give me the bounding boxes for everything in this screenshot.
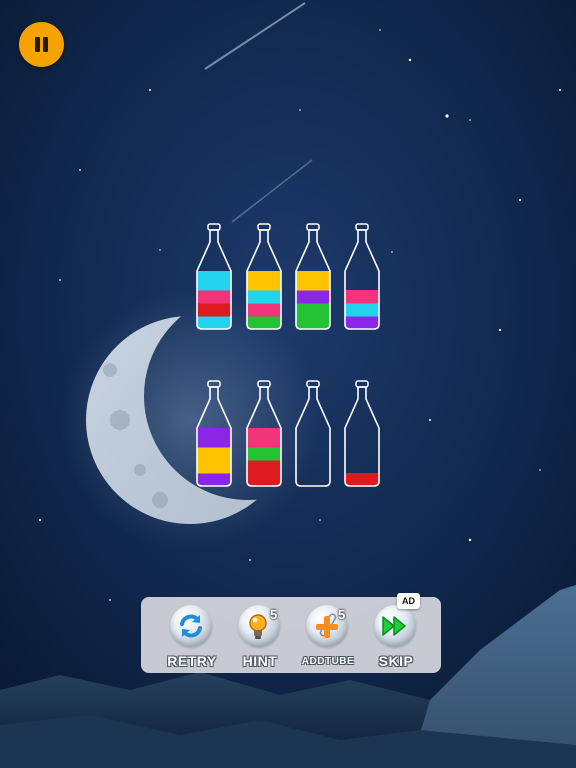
liquid-layer-purple [197, 428, 231, 448]
bottle[interactable] [245, 223, 283, 330]
liquid-layer-pink [247, 303, 281, 317]
liquid-layer-purple [197, 473, 231, 486]
toolbar: RETRY 5 HINT 5 ADDTUBE SKIP [141, 597, 441, 673]
liquid-layer-yellow [247, 271, 281, 291]
bottle-cap [355, 223, 369, 231]
bottle-cap [257, 223, 271, 231]
liquid-layer-green [296, 316, 330, 329]
bottle[interactable] [245, 380, 283, 487]
liquid-layer-pink [247, 428, 281, 448]
retry-button[interactable]: RETRY [162, 603, 222, 673]
fast-forward-icon [382, 616, 406, 636]
addtube-count: 5 [338, 607, 346, 622]
liquid-layer-pink [197, 290, 231, 304]
liquid-layer-cyan [197, 271, 231, 291]
bottle[interactable] [295, 380, 331, 487]
liquid-layer-red [345, 473, 379, 486]
liquid-layer-cyan [247, 290, 281, 304]
retry-arrows-icon [180, 614, 202, 638]
retry-ball [170, 605, 212, 647]
liquid-layer-red [197, 303, 231, 317]
bottle-outline [295, 386, 331, 487]
hint-count: 5 [270, 607, 278, 622]
skip-ball [374, 605, 416, 647]
liquid-layer-cyan [345, 303, 379, 317]
liquid-layer-purple [345, 316, 379, 329]
liquid-layer-purple [296, 290, 330, 304]
liquid-layer-green [247, 316, 281, 329]
bottle-cap [306, 223, 320, 231]
addtube-button[interactable]: 5 ADDTUBE [298, 603, 358, 673]
skip-button[interactable]: SKIP [366, 603, 426, 673]
liquid-layer-green [247, 447, 281, 461]
skip-label: SKIP [378, 653, 414, 669]
liquid-layer-cyan [197, 316, 231, 329]
liquid-layer-yellow [197, 460, 231, 474]
bottle[interactable] [195, 380, 233, 487]
bottle-cap [306, 380, 320, 388]
bottle-cap [257, 380, 271, 388]
bottle-outline [344, 386, 380, 487]
bottle-cap [207, 380, 221, 388]
ad-badge: AD [397, 593, 420, 609]
bottle[interactable] [195, 223, 233, 330]
liquid-layer-green [296, 303, 330, 317]
hint-button[interactable]: 5 HINT [230, 603, 290, 673]
bottle[interactable] [294, 223, 332, 330]
bottle[interactable] [343, 223, 381, 330]
bottle-cap [207, 223, 221, 231]
liquid-layer-yellow [197, 447, 231, 461]
liquid-layer-yellow [296, 271, 330, 291]
liquid-layer-red [247, 460, 281, 474]
liquid-layer-pink [345, 290, 379, 304]
bottle[interactable] [343, 380, 381, 487]
bottle-cap [355, 380, 369, 388]
liquid-layer-red [247, 473, 281, 486]
